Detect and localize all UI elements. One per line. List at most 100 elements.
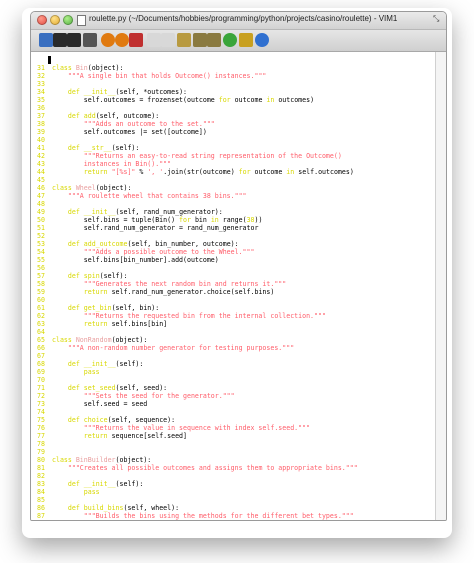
find-replace-icon[interactable] xyxy=(177,33,191,47)
code-editor[interactable]: 31 class Bin(object): 32 """A single bin t… xyxy=(31,52,435,520)
code-line[interactable]: 51 self.rand_num_generator = rand_num_ge… xyxy=(31,224,435,232)
save-all-icon[interactable] xyxy=(67,33,81,47)
code-line[interactable]: 40 xyxy=(31,136,435,144)
code-line[interactable]: 61 def get_bin(self, bin): xyxy=(31,304,435,312)
code-text: instances in Bin().""" xyxy=(83,160,172,168)
copy-icon[interactable] xyxy=(147,33,161,47)
code-line[interactable]: 54 """Adds a possible outcome to the Whe… xyxy=(31,248,435,256)
code-line[interactable]: 57 def spin(self): xyxy=(31,272,435,280)
code-line[interactable]: 71 def set_seed(self, seed): xyxy=(31,384,435,392)
code-line[interactable] xyxy=(31,56,435,64)
code-line[interactable]: 53 def add_outcome(self, bin_number, out… xyxy=(31,240,435,248)
code-text: """Returns the value in sequence with in… xyxy=(83,424,311,432)
paste-icon[interactable] xyxy=(161,33,175,47)
code-line[interactable]: 67 xyxy=(31,352,435,360)
code-text: self.bins = tuple(Bin() for bin in range… xyxy=(52,216,263,224)
code-line[interactable]: 80 class BinBuilder(object): xyxy=(31,456,435,464)
print-icon[interactable] xyxy=(83,33,97,47)
save-icon[interactable] xyxy=(53,33,67,47)
code-line[interactable]: 49 def __init__(self, rand_num_generator… xyxy=(31,208,435,216)
code-line[interactable]: 85 xyxy=(31,496,435,504)
code-text: """Generates the next random bin and ret… xyxy=(83,280,287,288)
line-number: 66 xyxy=(37,344,45,352)
code-line[interactable]: 78 xyxy=(31,440,435,448)
code-line[interactable]: 60 xyxy=(31,296,435,304)
open-file-icon[interactable] xyxy=(39,33,53,47)
line-number: 84 xyxy=(37,488,45,496)
code-text: def __init__(self, rand_num_generator): xyxy=(67,208,223,216)
code-line[interactable]: 42 """Returns an easy-to-read string rep… xyxy=(31,152,435,160)
code-line[interactable]: 86 def build_bins(self, wheel): xyxy=(31,504,435,512)
code-line[interactable]: 88 self.straight_bets(wheel) xyxy=(31,520,435,521)
code-line[interactable]: 63 return self.bins[bin] xyxy=(31,320,435,328)
code-line[interactable]: 41 def __str__(self): xyxy=(31,144,435,152)
code-line[interactable]: 50 self.bins = tuple(Bin() for bin in ra… xyxy=(31,216,435,224)
undo-icon[interactable] xyxy=(101,33,115,47)
code-line[interactable]: 62 """Returns the requested bin from the… xyxy=(31,312,435,320)
close-window-button[interactable] xyxy=(37,15,47,25)
redo-icon[interactable] xyxy=(115,33,129,47)
code-line[interactable]: 44 return "[%s]" % ', '.join(str(outcome… xyxy=(31,168,435,176)
code-text: class BinBuilder(object): xyxy=(52,456,152,464)
code-line[interactable]: 36 xyxy=(31,104,435,112)
code-line[interactable]: 72 """Sets the seed for the generator.""… xyxy=(31,392,435,400)
code-line[interactable]: 46 class Wheel(object): xyxy=(31,184,435,192)
code-line[interactable]: 32 """A single bin that holds Outcome() … xyxy=(31,72,435,80)
run-script-icon[interactable] xyxy=(223,33,237,47)
code-text: class NonRandom(object): xyxy=(52,336,148,344)
make-icon[interactable] xyxy=(239,33,253,47)
code-line[interactable]: 34 def __init__(self, *outcomes): xyxy=(31,88,435,96)
line-number: 72 xyxy=(37,392,45,400)
cut-icon[interactable] xyxy=(129,33,143,47)
minimize-window-button[interactable] xyxy=(50,15,60,25)
code-line[interactable]: 79 xyxy=(31,448,435,456)
code-line[interactable]: 47 """A roulette wheel that contains 38 … xyxy=(31,192,435,200)
line-number: 60 xyxy=(37,296,45,304)
code-line[interactable]: 83 def __init__(self): xyxy=(31,480,435,488)
code-line[interactable]: 35 self.outcomes = frozenset(outcome for… xyxy=(31,96,435,104)
code-line[interactable]: 52 xyxy=(31,232,435,240)
line-number: 34 xyxy=(37,88,45,96)
code-line[interactable]: 43 instances in Bin().""" xyxy=(31,160,435,168)
fullscreen-icon[interactable]: ⤡ xyxy=(433,15,441,23)
code-line[interactable]: 37 def add(self, outcome): xyxy=(31,112,435,120)
code-text: def spin(self): xyxy=(67,272,128,280)
zoom-window-button[interactable] xyxy=(63,15,73,25)
vertical-scrollbar[interactable] xyxy=(435,52,446,520)
line-number: 69 xyxy=(37,368,45,376)
code-line[interactable]: 65 class NonRandom(object): xyxy=(31,336,435,344)
line-number: 78 xyxy=(37,440,45,448)
code-line[interactable]: 81 """Creates all possible outcomes and … xyxy=(31,464,435,472)
code-line[interactable]: 38 """Adds an outcome to the set.""" xyxy=(31,120,435,128)
help-icon[interactable] xyxy=(255,33,269,47)
code-line[interactable]: 77 return sequence[self.seed] xyxy=(31,432,435,440)
code-line[interactable]: 45 xyxy=(31,176,435,184)
code-line[interactable]: 33 xyxy=(31,80,435,88)
line-number: 80 xyxy=(37,456,45,464)
code-line[interactable]: 70 xyxy=(31,376,435,384)
code-line[interactable]: 66 """A non-random number generator for … xyxy=(31,344,435,352)
code-line[interactable]: 58 """Generates the next random bin and … xyxy=(31,280,435,288)
code-line[interactable]: 76 """Returns the value in sequence with… xyxy=(31,424,435,432)
line-number: 57 xyxy=(37,272,45,280)
code-text: def get_bin(self, bin): xyxy=(67,304,160,312)
code-line[interactable]: 39 self.outcomes |= set([outcome]) xyxy=(31,128,435,136)
code-line[interactable]: 64 xyxy=(31,328,435,336)
code-line[interactable]: 73 self.seed = seed xyxy=(31,400,435,408)
title-bar[interactable]: roulette.py (~/Documents/hobbies/program… xyxy=(31,12,446,30)
code-line[interactable]: 82 xyxy=(31,472,435,480)
code-line[interactable]: 84 pass xyxy=(31,488,435,496)
code-line[interactable]: 31 class Bin(object): xyxy=(31,64,435,72)
line-number: 73 xyxy=(37,400,45,408)
code-line[interactable]: 55 self.bins[bin_number].add(outcome) xyxy=(31,256,435,264)
code-line[interactable]: 68 def __init__(self): xyxy=(31,360,435,368)
code-line[interactable]: 75 def choice(self, sequence): xyxy=(31,416,435,424)
code-line[interactable]: 69 pass xyxy=(31,368,435,376)
code-line[interactable]: 59 return self.rand_num_generator.choice… xyxy=(31,288,435,296)
save-session-icon[interactable] xyxy=(207,33,221,47)
code-line[interactable]: 87 """Builds the bins using the methods … xyxy=(31,512,435,520)
load-session-icon[interactable] xyxy=(193,33,207,47)
code-line[interactable]: 56 xyxy=(31,264,435,272)
code-line[interactable]: 48 xyxy=(31,200,435,208)
code-line[interactable]: 74 xyxy=(31,408,435,416)
